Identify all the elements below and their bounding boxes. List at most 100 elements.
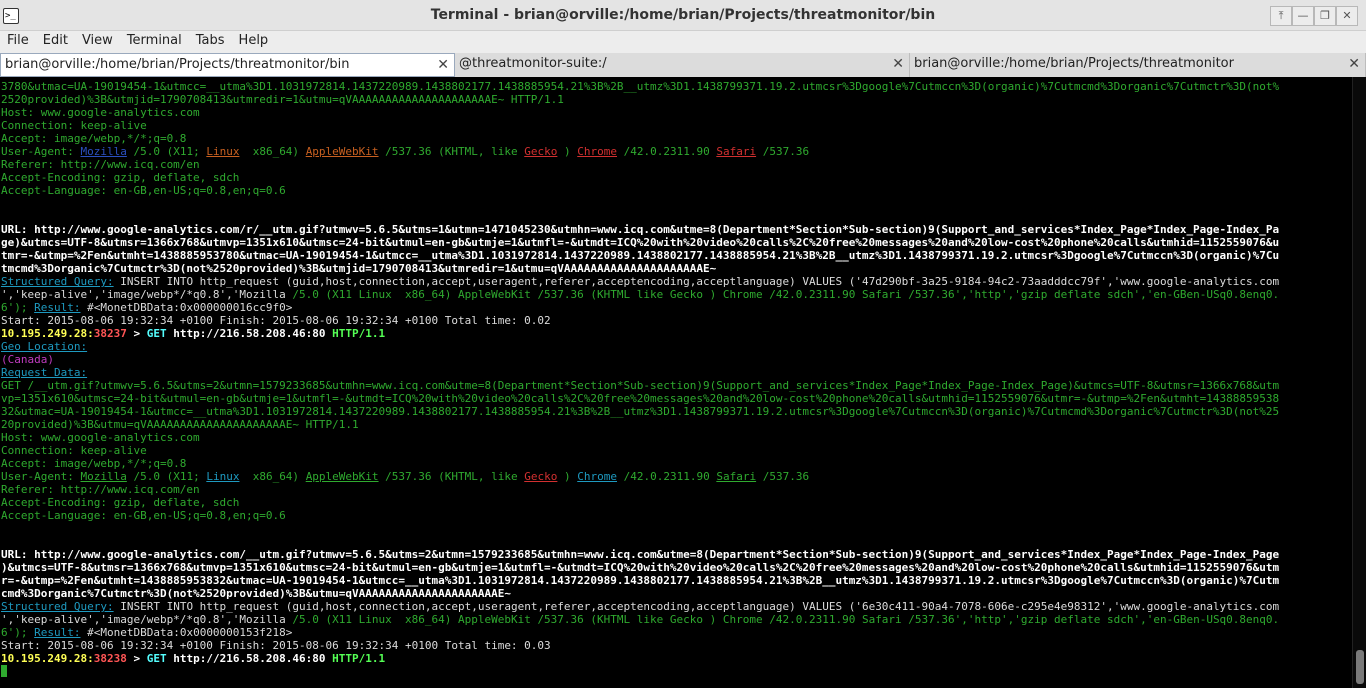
text-cursor	[1, 665, 7, 677]
terminal-text: tmcmd%3Dorganic%7Cutmctr%3D(not%2520prov…	[1, 262, 717, 275]
terminal-line: User-Agent: Mozilla /5.0 (X11; Linux x86…	[1, 145, 1352, 158]
terminal-text: Structured Query:	[1, 275, 114, 288]
terminal-text: /537.36	[756, 145, 810, 158]
close-icon[interactable]: ✕	[892, 53, 904, 75]
terminal-text: http://216.58.208.46:80	[166, 327, 326, 340]
terminal-text: tmr=-&utmp=%2Fen&utmht=1438885953780&utm…	[1, 249, 1280, 262]
terminal-text: AppleWebKit	[305, 145, 379, 158]
terminal-line: Accept: image/webp,*/*;q=0.8	[1, 132, 1352, 145]
terminal-text: INSERT INTO http_request (guid,host,conn…	[113, 275, 1280, 288]
terminal-scrollbar[interactable]	[1352, 77, 1366, 688]
window-title: Terminal - brian@orville:/home/brian/Pro…	[430, 7, 936, 23]
menu-file[interactable]: File	[0, 31, 36, 53]
terminal-line: Accept: image/webp,*/*;q=0.8	[1, 457, 1352, 470]
terminal-line: Referer: http://www.icq.com/en	[1, 483, 1352, 496]
terminal-text: GET	[146, 327, 167, 340]
terminal-text: Request Data:	[1, 366, 88, 379]
terminal-text: Linux	[206, 145, 240, 158]
terminal-text: cmd%3Dorganic%7Cutmctr%3D(not%2520provid…	[1, 587, 511, 600]
terminal-line: 3780&utmac=UA-19019454-1&utmcc=__utma%3D…	[1, 80, 1352, 93]
terminal-line: Accept-Encoding: gzip, deflate, sdch	[1, 171, 1352, 184]
terminal-text: Mozilla	[80, 145, 127, 158]
terminal-line: Referer: http://www.icq.com/en	[1, 158, 1352, 171]
close-button[interactable]: ✕	[1336, 6, 1358, 26]
terminal-line: (Canada)	[1, 353, 1352, 366]
terminal-text: Accept-Language: en-GB,en-US;q=0.8,en;q=…	[1, 184, 286, 197]
window-controls: ⤒ — ❐ ✕	[1270, 6, 1358, 26]
terminal-line: Geo Location:	[1, 340, 1352, 353]
terminal-line: Connection: keep-alive	[1, 444, 1352, 457]
terminal-line: Host: www.google-analytics.com	[1, 431, 1352, 444]
tab-label: @threatmonitor-suite:/	[459, 56, 607, 71]
terminal-text: Chrome	[577, 145, 617, 158]
menu-tabs[interactable]: Tabs	[189, 31, 232, 53]
terminal-text: Structured Query:	[1, 600, 114, 613]
terminal-text: User-Agent:	[1, 470, 81, 483]
tab-label: brian@orville:/home/brian/Projects/threa…	[914, 56, 1234, 71]
shade-button[interactable]: ⤒	[1270, 6, 1292, 26]
terminal-text: 10.195.249.28:	[1, 327, 94, 340]
close-icon[interactable]: ✕	[437, 54, 449, 76]
terminal-text: Gecko	[524, 470, 558, 483]
terminal-line: cmd%3Dorganic%7Cutmctr%3D(not%2520provid…	[1, 587, 1352, 600]
terminal-line: Accept-Language: en-GB,en-US;q=0.8,en;q=…	[1, 184, 1352, 197]
terminal-line: User-Agent: Mozilla /5.0 (X11; Linux x86…	[1, 470, 1352, 483]
menu-view[interactable]: View	[75, 31, 120, 53]
terminal-text: Referer: http://www.icq.com/en	[1, 158, 200, 171]
terminal-text: Host: www.google-analytics.com	[1, 106, 200, 119]
terminal-text: Linux	[206, 470, 240, 483]
terminal-text: Start: 2015-08-06 19:32:34 +0100 Finish:…	[1, 314, 551, 327]
terminal-output[interactable]: 3780&utmac=UA-19019454-1&utmcc=__utma%3D…	[0, 77, 1352, 688]
terminal-line: ','keep-alive','image/webp*/*q0.8','Mozi…	[1, 288, 1352, 301]
terminal-text: 3780&utmac=UA-19019454-1&utmcc=__utma%3D…	[1, 80, 1280, 93]
terminal-line: 2520provided)%3B&utmjid=1790708413&utmre…	[1, 93, 1352, 106]
menu-help[interactable]: Help	[232, 31, 276, 53]
terminal-line: ','keep-alive','image/webp*/*q0.8','Mozi…	[1, 613, 1352, 626]
terminal-text: Chrome	[577, 470, 617, 483]
terminal-line: Request Data:	[1, 366, 1352, 379]
close-icon[interactable]: ✕	[1348, 53, 1360, 75]
terminal-text: /5.0 (X11 Linux x86_64) AppleWebKit /537…	[285, 288, 1280, 301]
terminal-text: HTTP/1.1	[325, 327, 386, 340]
terminal-text: /42.0.2311.90	[617, 145, 717, 158]
terminal-text: /5.0 (X11;	[126, 145, 207, 158]
terminal-text: 6');	[1, 626, 35, 639]
terminal-text: Gecko	[524, 145, 558, 158]
terminal-text: )	[557, 145, 578, 158]
terminal-text: x86_64)	[239, 470, 306, 483]
tab-threatmonitor-suite[interactable]: @threatmonitor-suite:/ ✕	[455, 53, 910, 77]
terminal-text: 2520provided)%3B&utmjid=1790708413&utmre…	[1, 93, 564, 106]
terminal-line: Accept-Encoding: gzip, deflate, sdch	[1, 496, 1352, 509]
terminal-text: vp=1351x610&utmsc=24-bit&utmul=en-gb&utm…	[1, 392, 1280, 405]
terminal-text: URL: http://www.google-analytics.com/r/_…	[1, 223, 1280, 236]
terminal-text: http://216.58.208.46:80	[166, 652, 326, 665]
terminal-text: Accept: image/webp,*/*;q=0.8	[1, 457, 187, 470]
terminal-text: GET /__utm.gif?utmwv=5.6.5&utms=2&utmn=1…	[1, 379, 1280, 392]
terminal-text: Result:	[34, 301, 81, 314]
terminal-line: 10.195.249.28:38238 > GET http://216.58.…	[1, 652, 1352, 665]
terminal-text: /5.0 (X11 Linux x86_64) AppleWebKit /537…	[285, 613, 1280, 626]
terminal-text: r=-&utmp=%2Fen&utmht=1438885953832&utmac…	[1, 574, 1280, 587]
terminal-text: 20provided)%3B&utmu=qVAAAAAAAAAAAAAAAAAA…	[1, 418, 359, 431]
scrollbar-thumb[interactable]	[1356, 650, 1364, 684]
tab-threatmonitor[interactable]: brian@orville:/home/brian/Projects/threa…	[910, 53, 1366, 77]
menu-edit[interactable]: Edit	[36, 31, 75, 53]
terminal-line: Host: www.google-analytics.com	[1, 106, 1352, 119]
terminal-text: )&utmcs=UTF-8&utmsr=1366x768&utmvp=1351x…	[1, 561, 1280, 574]
terminal-text: Safari	[716, 145, 757, 158]
terminal-text: ge)&utmcs=UTF-8&utmsr=1366x768&utmvp=135…	[1, 236, 1280, 249]
terminal-line: 20provided)%3B&utmu=qVAAAAAAAAAAAAAAAAAA…	[1, 418, 1352, 431]
minimize-button[interactable]: —	[1292, 6, 1314, 26]
terminal-line: Accept-Language: en-GB,en-US;q=0.8,en;q=…	[1, 509, 1352, 522]
tab-label: brian@orville:/home/brian/Projects/threa…	[5, 57, 350, 72]
terminal-text: /537.36	[756, 470, 810, 483]
terminal-text: ','keep-alive','image/webp*/*q0.8','Mozi…	[1, 613, 286, 626]
maximize-button[interactable]: ❐	[1314, 6, 1336, 26]
tab-bin[interactable]: brian@orville:/home/brian/Projects/threa…	[0, 53, 455, 77]
terminal-line: GET /__utm.gif?utmwv=5.6.5&utms=2&utmn=1…	[1, 379, 1352, 392]
terminal-text: AppleWebKit	[305, 470, 379, 483]
menu-terminal[interactable]: Terminal	[120, 31, 189, 53]
